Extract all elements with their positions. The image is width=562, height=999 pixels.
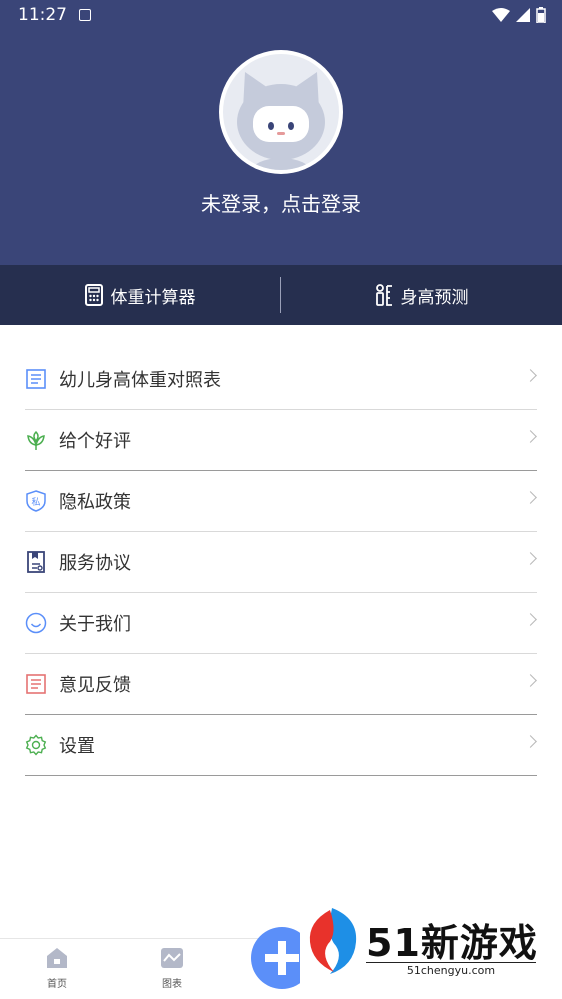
- menu-item-label: 幼儿身高体重对照表: [59, 370, 221, 391]
- login-prompt[interactable]: 未登录，点击登录: [0, 188, 562, 217]
- menu-item-label: 设置: [59, 736, 95, 757]
- battery-icon: [536, 7, 546, 23]
- privacy-shield-icon: 私: [25, 490, 47, 512]
- watermark-url: 51chengyu.com: [366, 962, 536, 977]
- nav-chart[interactable]: 图表: [142, 947, 202, 990]
- weight-calculator-label: 体重计算器: [110, 287, 196, 308]
- menu-item-service-agreement[interactable]: 服务协议: [25, 532, 537, 593]
- nav-home-label: 首页: [47, 979, 67, 990]
- weight-calculator-button[interactable]: 体重计算器: [0, 265, 280, 325]
- agreement-icon: [25, 551, 47, 573]
- chevron-right-icon: [524, 430, 537, 443]
- watermark: 51新游戏 51chengyu.com: [300, 900, 562, 999]
- calculator-icon: [84, 284, 103, 306]
- menu-item-label: 隐私政策: [59, 492, 131, 513]
- menu-item-label: 给个好评: [59, 431, 131, 452]
- feedback-icon: [25, 673, 47, 695]
- chart-icon: [161, 948, 183, 968]
- signal-icon: [516, 8, 530, 22]
- menu-item-label: 服务协议: [59, 553, 131, 574]
- gear-icon: [25, 734, 47, 756]
- watermark-logo-icon: [309, 908, 357, 974]
- flower-icon: [25, 429, 47, 451]
- watermark-brand: 51新游戏: [366, 921, 538, 965]
- app-screen: 11:27 未登录，点击登录 体重计算器 身高预测 幼儿身高体重对照表 给个好评…: [0, 0, 562, 999]
- privacy-icon-text: 私: [31, 497, 40, 508]
- status-bar: 11:27: [0, 0, 562, 32]
- status-time: 11:27: [18, 5, 67, 25]
- profile-header: 11:27 未登录，点击登录: [0, 0, 562, 265]
- nav-chart-label: 图表: [162, 979, 182, 990]
- height-prediction-label: 身高预测: [400, 287, 469, 308]
- menu-item-label: 关于我们: [59, 614, 131, 635]
- menu-item-label: 意见反馈: [59, 675, 131, 696]
- height-ruler-icon: [375, 284, 392, 306]
- chevron-right-icon: [524, 552, 537, 565]
- menu-item-feedback[interactable]: 意见反馈: [25, 654, 537, 715]
- home-icon: [47, 948, 67, 968]
- wifi-icon: [492, 8, 510, 22]
- settings-menu: 幼儿身高体重对照表 给个好评 私 隐私政策 服务协议 关于我们 意见反馈 设置: [25, 349, 537, 776]
- tools-bar: 体重计算器 身高预测: [0, 265, 562, 325]
- menu-item-rate-us[interactable]: 给个好评: [25, 410, 537, 471]
- smile-icon: [25, 612, 47, 634]
- height-prediction-button[interactable]: 身高预测: [281, 265, 562, 325]
- menu-item-height-weight-table[interactable]: 幼儿身高体重对照表: [25, 349, 537, 410]
- status-icons: [492, 7, 546, 23]
- chevron-right-icon: [524, 491, 537, 504]
- avatar[interactable]: [219, 50, 343, 174]
- chevron-right-icon: [524, 613, 537, 626]
- chevron-right-icon: [524, 735, 537, 748]
- menu-item-settings[interactable]: 设置: [25, 715, 537, 776]
- default-avatar-icon: [223, 54, 339, 170]
- table-icon: [25, 368, 47, 390]
- menu-item-about-us[interactable]: 关于我们: [25, 593, 537, 654]
- notification-icon: [79, 9, 91, 21]
- chevron-right-icon: [524, 369, 537, 382]
- menu-item-privacy-policy[interactable]: 私 隐私政策: [25, 471, 537, 532]
- nav-home[interactable]: 首页: [27, 947, 87, 990]
- chevron-right-icon: [524, 674, 537, 687]
